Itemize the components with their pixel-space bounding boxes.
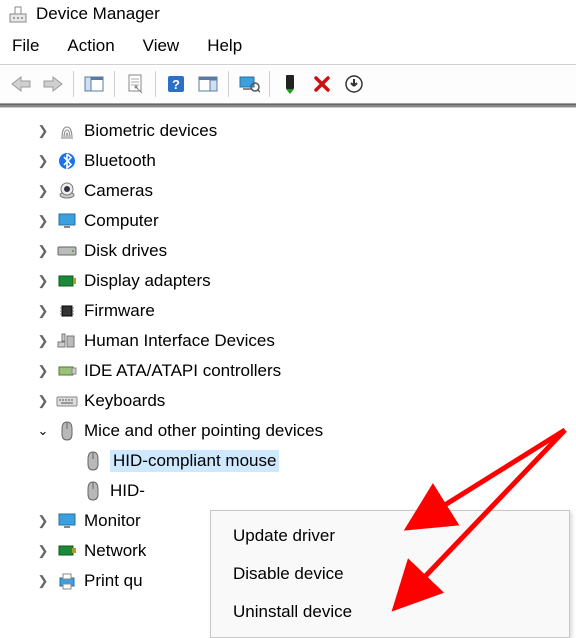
update-driver-button[interactable] bbox=[339, 69, 369, 99]
menu-view[interactable]: View bbox=[143, 36, 180, 56]
menu-bar: File Action View Help bbox=[0, 30, 576, 64]
context-menu: Update driver Disable device Uninstall d… bbox=[210, 510, 570, 638]
tree-label: Bluetooth bbox=[84, 151, 156, 171]
show-hide-console-tree-button[interactable] bbox=[79, 69, 109, 99]
back-button[interactable] bbox=[6, 69, 36, 99]
tree-label: Firmware bbox=[84, 301, 155, 321]
expand-icon[interactable]: ❯ bbox=[36, 243, 50, 259]
ide-icon bbox=[56, 360, 78, 382]
expand-icon[interactable]: ❯ bbox=[36, 123, 50, 139]
properties-button[interactable] bbox=[120, 69, 150, 99]
scan-hardware-button[interactable] bbox=[234, 69, 264, 99]
menu-action[interactable]: Action bbox=[67, 36, 114, 56]
monitor-icon bbox=[56, 510, 78, 532]
tree-label: Print qu bbox=[84, 571, 143, 591]
tree-label: Disk drives bbox=[84, 241, 167, 261]
tree-item-firmware[interactable]: ❯ Firmware bbox=[20, 296, 576, 326]
tree-item-display-adapters[interactable]: ❯ Display adapters bbox=[20, 266, 576, 296]
mouse-icon bbox=[82, 480, 104, 502]
tree-label: Keyboards bbox=[84, 391, 165, 411]
expand-icon[interactable]: ❯ bbox=[36, 213, 50, 229]
context-label: Uninstall device bbox=[233, 602, 352, 622]
expand-icon[interactable]: ❯ bbox=[36, 303, 50, 319]
menu-help[interactable]: Help bbox=[207, 36, 242, 56]
menu-file[interactable]: File bbox=[12, 36, 39, 56]
tree-label: Display adapters bbox=[84, 271, 211, 291]
expand-icon[interactable]: ❯ bbox=[36, 273, 50, 289]
svg-text:?: ? bbox=[172, 77, 180, 92]
uninstall-device-button[interactable] bbox=[307, 69, 337, 99]
expand-icon[interactable]: ❯ bbox=[36, 573, 50, 589]
monitor-icon bbox=[56, 210, 78, 232]
tree-item-computer[interactable]: ❯ Computer bbox=[20, 206, 576, 236]
collapse-icon[interactable]: ⌄ bbox=[36, 423, 50, 439]
expand-icon[interactable]: ❯ bbox=[36, 393, 50, 409]
tree-item-disk-drives[interactable]: ❯ Disk drives bbox=[20, 236, 576, 266]
tree-label: HID-compliant mouse bbox=[110, 450, 279, 472]
tree-child-hid-mouse-1[interactable]: HID-compliant mouse bbox=[20, 446, 576, 476]
tree-item-ide[interactable]: ❯ IDE ATA/ATAPI controllers bbox=[20, 356, 576, 386]
toolbar: ? bbox=[0, 64, 576, 104]
enable-device-button[interactable] bbox=[275, 69, 305, 99]
expand-icon[interactable]: ❯ bbox=[36, 513, 50, 529]
tree-label: HID- bbox=[110, 481, 145, 501]
title-bar: Device Manager bbox=[0, 0, 576, 30]
expand-icon[interactable]: ❯ bbox=[36, 543, 50, 559]
tree-item-mice[interactable]: ⌄ Mice and other pointing devices bbox=[20, 416, 576, 446]
context-label: Disable device bbox=[233, 564, 344, 584]
action-pane-button[interactable] bbox=[193, 69, 223, 99]
keyboard-icon bbox=[56, 390, 78, 412]
expand-icon[interactable]: ❯ bbox=[36, 333, 50, 349]
hid-icon bbox=[56, 330, 78, 352]
tree-child-hid-mouse-2[interactable]: HID- bbox=[20, 476, 576, 506]
forward-button[interactable] bbox=[38, 69, 68, 99]
tree-label: Mice and other pointing devices bbox=[84, 421, 323, 441]
tree-item-keyboards[interactable]: ❯ Keyboards bbox=[20, 386, 576, 416]
context-disable-device[interactable]: Disable device bbox=[211, 555, 569, 593]
tree-item-hid[interactable]: ❯ Human Interface Devices bbox=[20, 326, 576, 356]
chip-icon bbox=[56, 300, 78, 322]
tree-label: Human Interface Devices bbox=[84, 331, 275, 351]
context-uninstall-device[interactable]: Uninstall device bbox=[211, 593, 569, 631]
network-icon bbox=[56, 540, 78, 562]
expand-icon[interactable]: ❯ bbox=[36, 363, 50, 379]
expand-icon[interactable]: ❯ bbox=[36, 153, 50, 169]
tree-label: Cameras bbox=[84, 181, 153, 201]
help-button[interactable]: ? bbox=[161, 69, 191, 99]
tree-label: Computer bbox=[84, 211, 159, 231]
mouse-icon bbox=[82, 450, 104, 472]
tree-item-bluetooth[interactable]: ❯ Bluetooth bbox=[20, 146, 576, 176]
expand-icon[interactable]: ❯ bbox=[36, 183, 50, 199]
tree-label: Biometric devices bbox=[84, 121, 217, 141]
tree-label: Network bbox=[84, 541, 146, 561]
context-update-driver[interactable]: Update driver bbox=[211, 517, 569, 555]
display-adapter-icon bbox=[56, 270, 78, 292]
printer-icon bbox=[56, 570, 78, 592]
tree-item-cameras[interactable]: ❯ Cameras bbox=[20, 176, 576, 206]
bluetooth-icon bbox=[56, 150, 78, 172]
tree-label: IDE ATA/ATAPI controllers bbox=[84, 361, 281, 381]
drive-icon bbox=[56, 240, 78, 262]
context-label: Update driver bbox=[233, 526, 335, 546]
tree-item-biometric[interactable]: ❯ Biometric devices bbox=[20, 116, 576, 146]
tree-label: Monitor bbox=[84, 511, 141, 531]
window-title: Device Manager bbox=[36, 4, 160, 24]
mouse-icon bbox=[56, 420, 78, 442]
camera-icon bbox=[56, 180, 78, 202]
fingerprint-icon bbox=[56, 120, 78, 142]
device-manager-icon bbox=[8, 4, 28, 24]
